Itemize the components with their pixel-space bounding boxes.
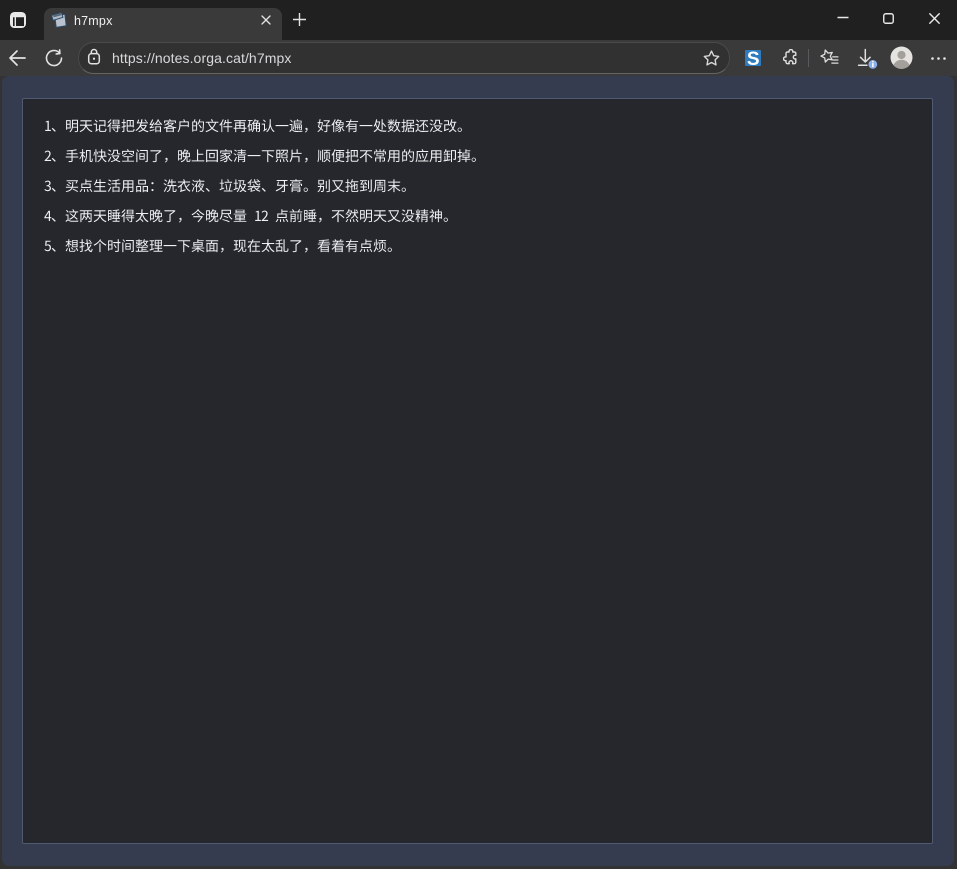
svg-text:S: S (747, 50, 760, 66)
